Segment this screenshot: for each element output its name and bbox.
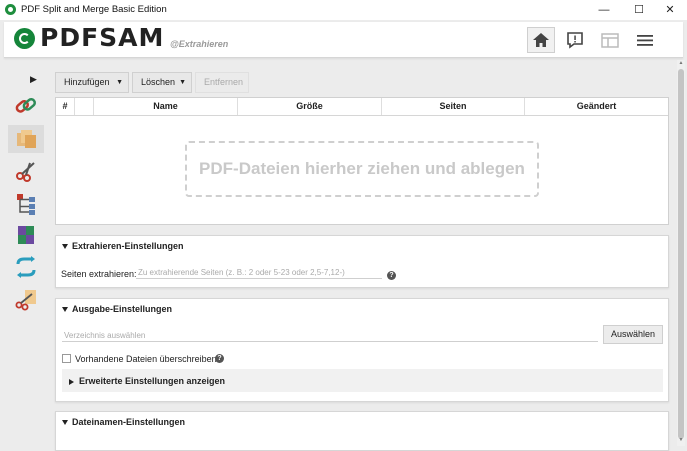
title-bar: PDF Split and Merge Basic Edition — ☐ ✕ [0, 0, 687, 20]
scissors-icon [16, 162, 35, 182]
sidebar-item-split-bookmarks[interactable] [8, 189, 44, 217]
expand-icon [69, 378, 74, 385]
window-title: PDF Split and Merge Basic Edition [21, 4, 167, 15]
chain-icon [15, 98, 36, 113]
column-header-size[interactable]: Größe [238, 98, 382, 115]
delete-button-label: Löschen [141, 77, 176, 87]
home-icon [533, 33, 549, 47]
choose-directory-button[interactable]: Auswählen [603, 325, 663, 344]
column-header-pages[interactable]: Seiten [382, 98, 525, 115]
column-header-modified[interactable]: Geändert [525, 98, 668, 115]
filename-settings-header[interactable]: Dateinamen-Einstellungen [62, 417, 185, 427]
layout-button[interactable] [596, 27, 624, 53]
layout-icon [601, 33, 619, 48]
pages-label: Seiten extrahieren: [61, 269, 137, 279]
delete-button[interactable]: Löschen ▼ [132, 72, 192, 93]
output-settings-title: Ausgabe-Einstellungen [72, 304, 173, 314]
logo-text: PDFSAM [40, 23, 165, 52]
sidebar-item-extract[interactable] [8, 125, 44, 153]
scroll-down-icon[interactable]: ▼ [677, 437, 685, 443]
collapse-icon [62, 307, 68, 313]
column-header-name[interactable]: Name [94, 98, 238, 115]
output-directory-input[interactable] [62, 329, 598, 342]
output-settings-panel: Ausgabe-Einstellungen Auswählen Vorhande… [55, 298, 669, 402]
scrollbar-thumb[interactable] [678, 69, 684, 439]
pdfsam-logo-icon [14, 28, 35, 49]
remove-button-label: Entfernen [204, 77, 244, 87]
pages-input[interactable] [136, 266, 382, 279]
table-header: # Name Größe Seiten Geändert [56, 98, 668, 116]
menu-icon [637, 35, 653, 46]
filename-settings-panel: Dateinamen-Einstellungen [55, 411, 669, 451]
rotate-icon [16, 256, 36, 278]
chevron-down-icon: ▼ [116, 79, 123, 86]
filename-settings-title: Dateinamen-Einstellungen [72, 417, 186, 427]
extract-settings-header[interactable]: Extrahieren-Einstellungen [62, 241, 184, 251]
overwrite-checkbox[interactable] [62, 354, 71, 363]
tree-icon [17, 194, 35, 215]
extract-settings-title: Extrahieren-Einstellungen [72, 241, 184, 251]
news-icon [567, 32, 583, 49]
remove-button[interactable]: Entfernen [195, 72, 249, 93]
sidebar-item-merge[interactable] [8, 92, 44, 120]
app-header: PDFSAM @Extrahieren [4, 22, 683, 58]
add-button-label: Hinzufügen [64, 77, 110, 87]
column-header-blank[interactable] [75, 98, 94, 115]
app-icon [5, 4, 16, 15]
news-button[interactable] [561, 27, 589, 53]
help-icon[interactable]: ? [215, 354, 224, 363]
chevron-down-icon: ▼ [179, 79, 186, 86]
advanced-settings-toggle[interactable]: Erweiterte Einstellungen anzeigen [62, 369, 663, 392]
mix-icon [18, 226, 34, 244]
close-button[interactable]: ✕ [652, 0, 687, 20]
advanced-settings-label: Erweiterte Einstellungen anzeigen [79, 376, 226, 386]
expand-sidebar-icon[interactable]: ▶ [30, 74, 37, 85]
scroll-up-icon[interactable]: ▲ [677, 60, 685, 66]
minimize-button[interactable]: — [586, 0, 622, 20]
pages-icon [17, 130, 36, 148]
column-header-index[interactable]: # [56, 98, 75, 115]
scissors-pages-icon [15, 290, 36, 311]
overwrite-label[interactable]: Vorhandene Dateien überschreiben [75, 354, 217, 364]
home-button[interactable] [527, 27, 555, 53]
module-name: @Extrahieren [170, 39, 229, 49]
menu-button[interactable] [631, 27, 659, 53]
collapse-icon [62, 420, 68, 426]
add-button[interactable]: Hinzufügen ▼ [55, 72, 129, 93]
sidebar-item-split[interactable] [8, 157, 44, 185]
collapse-icon [62, 244, 68, 250]
file-table[interactable]: # Name Größe Seiten Geändert PDF-Dateien… [55, 97, 669, 225]
sidebar-item-alternate-mix[interactable] [8, 221, 44, 249]
sidebar-item-rotate[interactable] [8, 253, 44, 281]
output-settings-header[interactable]: Ausgabe-Einstellungen [62, 304, 172, 314]
sidebar-item-split-size[interactable] [8, 285, 44, 313]
extract-settings-panel: Extrahieren-Einstellungen Seiten extrahi… [55, 235, 669, 288]
help-icon[interactable]: ? [387, 271, 396, 280]
drop-zone[interactable]: PDF-Dateien hierher ziehen und ablegen [185, 141, 539, 197]
